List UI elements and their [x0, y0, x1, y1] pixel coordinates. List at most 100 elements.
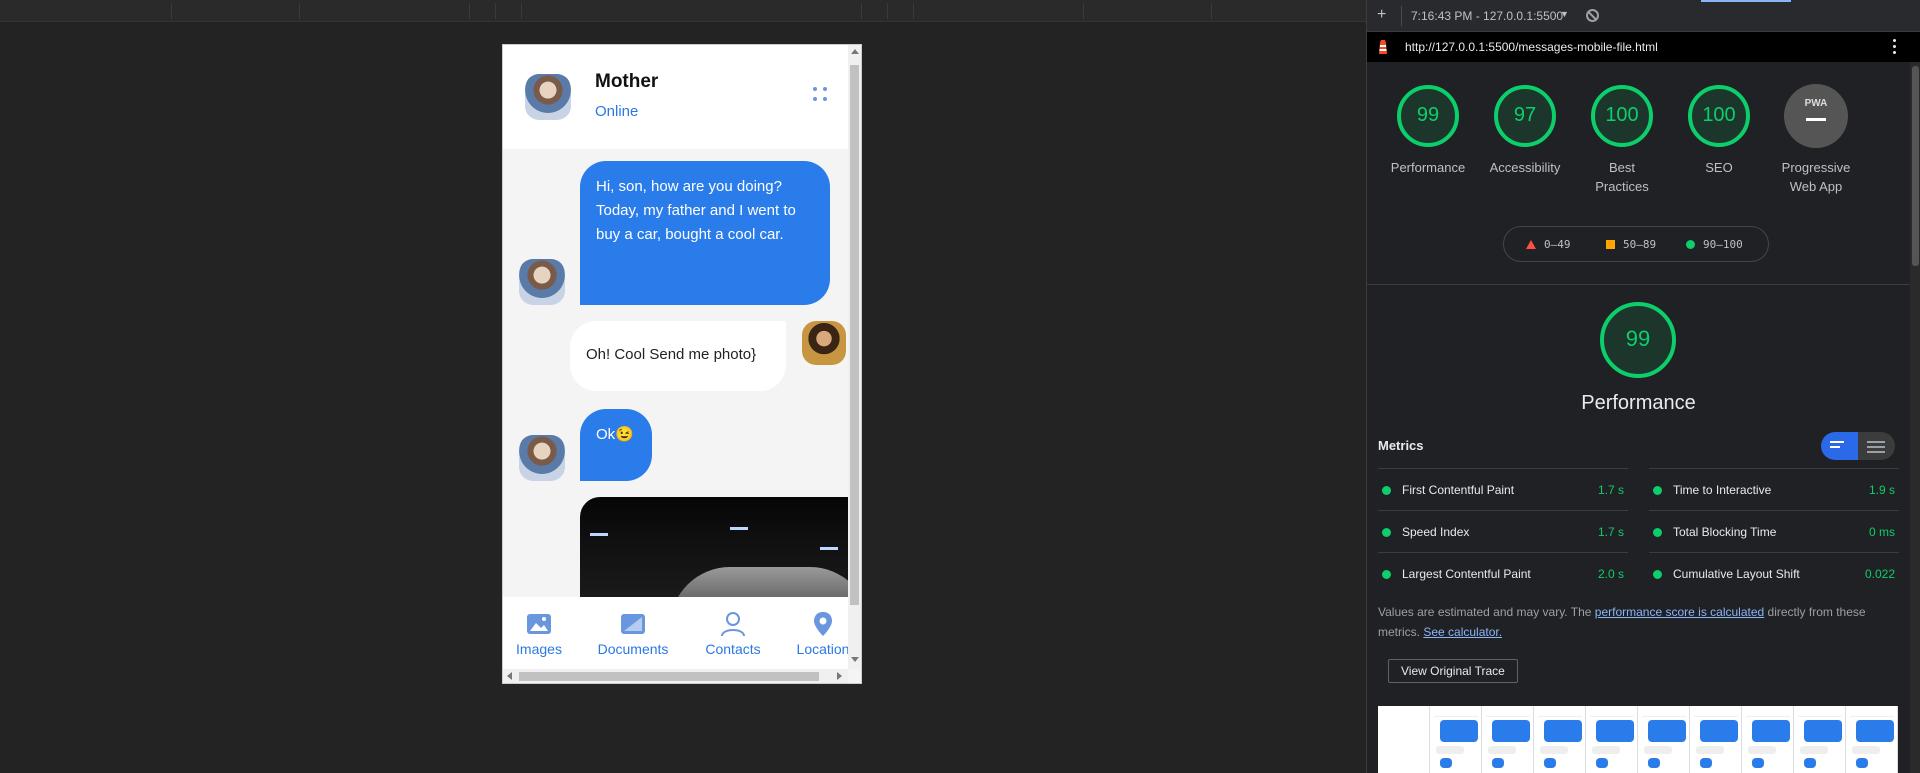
performance-score: 99: [1625, 326, 1651, 351]
performance-title: Performance: [1581, 392, 1696, 414]
section-divider: [1367, 284, 1910, 285]
nav-documents-label: Documents: [597, 641, 669, 657]
gauge-accessibility[interactable]: 97 Accessibility: [1480, 84, 1570, 177]
strip-segment: [470, 3, 496, 19]
more-options-icon[interactable]: [1893, 39, 1897, 55]
scroll-right-icon[interactable]: [837, 672, 842, 680]
metric-value: 1.7 s: [1597, 483, 1624, 497]
gauge-score: 100: [1702, 104, 1736, 126]
location-pin-icon: [814, 612, 832, 636]
lighthouse-toolbar: + 7:16:43 PM - 127.0.0.1:5500 ▼: [1367, 0, 1920, 32]
filmstrip-frame: [1378, 706, 1430, 773]
scroll-down-icon[interactable]: [851, 657, 859, 662]
list-compact-icon: [1830, 441, 1848, 451]
nav-images-label: Images: [516, 641, 562, 657]
report-url: http://127.0.0.1:5500/messages-mobile-fi…: [1405, 40, 1658, 54]
strip-segment: [1084, 3, 1212, 19]
filmstrip-frame: [1430, 706, 1482, 773]
metric-row: First Contentful Paint 1.7 s: [1378, 468, 1628, 510]
pass-dot-icon: [1653, 528, 1662, 537]
lighthouse-logo-icon: [1379, 40, 1387, 54]
gauge-score: 100: [1605, 104, 1639, 126]
triangle-icon: [1526, 240, 1536, 249]
panel-scrollbar[interactable]: [1910, 62, 1920, 773]
chevron-down-icon[interactable]: ▼: [1560, 9, 1569, 19]
bottom-nav: Images Documents Contacts Location: [503, 597, 851, 669]
pwa-badge-icon: PWA: [1784, 84, 1848, 148]
scroll-left-icon[interactable]: [507, 672, 512, 680]
plus-icon[interactable]: +: [1377, 6, 1386, 24]
scroll-up-icon[interactable]: [851, 49, 859, 54]
strip-segment: [300, 3, 470, 19]
horizontal-scrollbar[interactable]: [503, 669, 848, 683]
message-bubble-outgoing: Oh! Cool Send me photo}: [570, 321, 786, 391]
filmstrip-frame: [1638, 706, 1690, 773]
metric-name: Total Blocking Time: [1673, 525, 1777, 539]
scroll-thumb[interactable]: [850, 65, 859, 605]
gauge-label: Progressive Web App: [1781, 160, 1851, 194]
filmstrip-frame: [1742, 706, 1794, 773]
legend-fail: 0–49: [1526, 238, 1571, 251]
metric-row: Total Blocking Time 0 ms: [1649, 510, 1899, 552]
gauge-pwa[interactable]: PWA Progressive Web App: [1771, 84, 1861, 196]
gauge-seo[interactable]: 100 SEO: [1674, 84, 1764, 177]
gauge-performance[interactable]: 99 Performance: [1383, 84, 1473, 177]
pass-dot-icon: [1382, 528, 1391, 537]
circle-icon: [1686, 240, 1695, 249]
message-bubble-incoming: Hi, son, how are you doing? Today, my fa…: [580, 161, 830, 305]
pass-dot-icon: [1382, 570, 1391, 579]
devtools-top-strip: [0, 0, 1366, 22]
document-icon: [621, 614, 645, 634]
gauge-best-practices[interactable]: 100 Best Practices: [1577, 84, 1667, 196]
nav-images[interactable]: Images: [511, 597, 567, 669]
score-calculated-link[interactable]: performance score is calculated: [1595, 605, 1764, 619]
metric-value: 2.0 s: [1597, 567, 1624, 581]
chat-header: Mother Online: [503, 45, 848, 149]
filmstrip-frame: [1586, 706, 1638, 773]
score-legend: 0–49 50–89 90–100: [1503, 226, 1769, 262]
metric-row: Largest Contentful Paint 2.0 s: [1378, 552, 1628, 594]
legend-average: 50–89: [1606, 238, 1656, 251]
pass-dot-icon: [1382, 486, 1391, 495]
filmstrip-frame: [1690, 706, 1742, 773]
son-avatar: [802, 321, 846, 365]
clear-icon[interactable]: [1586, 9, 1599, 22]
contact-avatar[interactable]: [525, 74, 571, 120]
message-bubble-incoming: Ok😉: [580, 409, 652, 481]
gauge-label: SEO: [1705, 160, 1733, 175]
person-icon: [721, 612, 745, 637]
mother-avatar: [519, 435, 565, 481]
scroll-thumb[interactable]: [1912, 66, 1919, 266]
scroll-thumb[interactable]: [519, 672, 819, 681]
report-session-select[interactable]: 7:16:43 PM - 127.0.0.1:5500: [1411, 9, 1563, 23]
strip-segment: [0, 3, 172, 19]
gauge-label: Accessibility: [1489, 160, 1561, 175]
view-original-trace-button[interactable]: View Original Trace: [1388, 659, 1518, 683]
metrics-heading: Metrics: [1378, 438, 1424, 453]
image-icon: [527, 614, 551, 634]
metric-name: Speed Index: [1402, 525, 1470, 539]
metric-value: 1.9 s: [1868, 483, 1895, 497]
nav-location[interactable]: Location: [795, 597, 851, 669]
metric-row: Cumulative Layout Shift 0.022: [1649, 552, 1899, 594]
gauge-label: Performance: [1390, 160, 1466, 175]
filmstrip-frame: [1846, 706, 1898, 773]
filmstrip-frame: [1534, 706, 1586, 773]
metric-value: 0.022: [1864, 567, 1895, 581]
nav-location-label: Location: [796, 641, 850, 657]
see-calculator-link[interactable]: See calculator.: [1423, 625, 1502, 639]
metric-value: 0 ms: [1868, 525, 1895, 539]
filmstrip-frame: [1794, 706, 1846, 773]
gauge-score: 97: [1513, 104, 1537, 126]
strip-segment: [522, 3, 862, 19]
mobile-viewport: Mother Online Hi, son, how are you doing…: [502, 44, 862, 684]
nav-documents[interactable]: Documents: [593, 597, 673, 669]
note-text: Values are estimated and may vary. The: [1378, 605, 1595, 619]
metrics-view-toggle[interactable]: [1821, 432, 1895, 460]
nav-contacts[interactable]: Contacts: [701, 597, 765, 669]
report-url-bar: http://127.0.0.1:5500/messages-mobile-fi…: [1367, 32, 1920, 62]
car-photo[interactable]: [580, 497, 848, 607]
vertical-scrollbar[interactable]: [848, 45, 861, 669]
menu-dots-icon[interactable]: [813, 87, 829, 103]
lighthouse-panel: + 7:16:43 PM - 127.0.0.1:5500 ▼ http://1…: [1366, 0, 1920, 773]
